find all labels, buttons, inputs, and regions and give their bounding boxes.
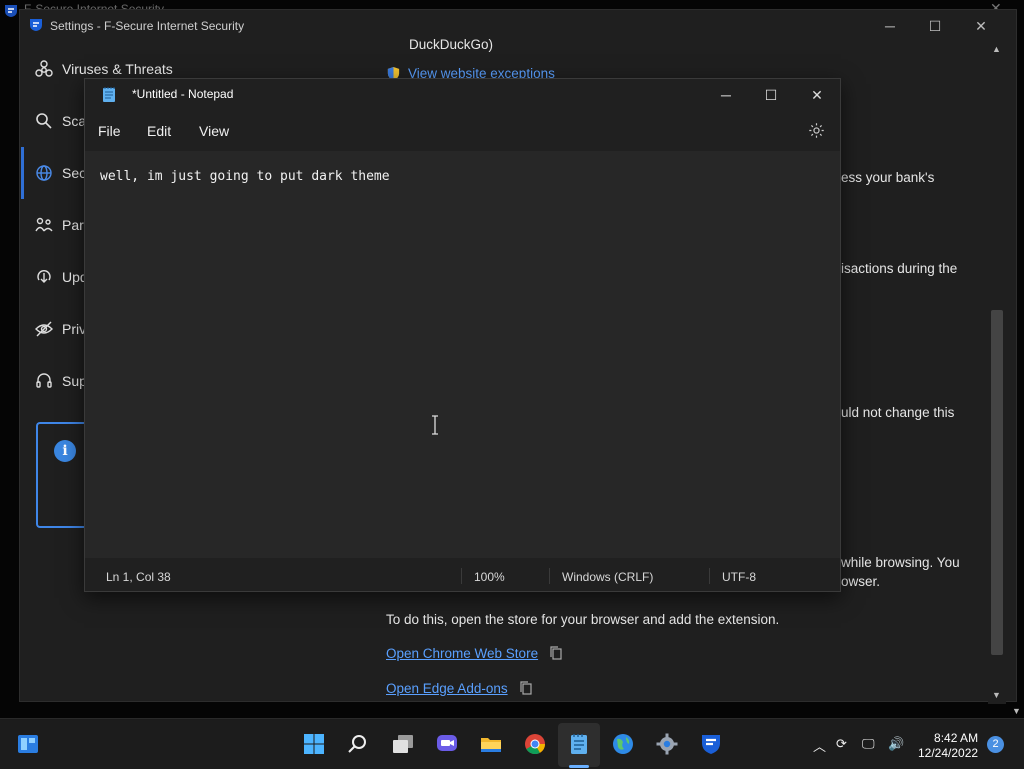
clock[interactable]: 8:42 AM 12/24/2022 [918, 731, 978, 761]
file-explorer-button[interactable] [478, 731, 504, 757]
text-fragment: while browsing. You [841, 555, 960, 570]
menu-edit[interactable]: Edit [147, 123, 171, 139]
maximize-icon[interactable]: ☐ [749, 83, 793, 107]
widgets-icon [18, 735, 38, 753]
browser-globe-button[interactable] [610, 731, 636, 757]
nav-selected-indicator [21, 147, 24, 199]
headset-icon [36, 373, 52, 388]
clock-time: 8:42 AM [934, 731, 979, 745]
fsecure-logo-icon [5, 5, 17, 17]
encoding: UTF-8 [722, 570, 756, 584]
open-chrome-web-store-link[interactable]: Open Chrome Web Store [386, 646, 538, 661]
chat-button[interactable] [434, 731, 460, 757]
text-fragment: uld not change this [841, 405, 955, 420]
text-fragment: isactions during the [841, 261, 958, 276]
settings-gear-icon[interactable] [808, 122, 825, 139]
sync-status-icon[interactable]: ⟳ [836, 736, 847, 752]
task-view-button[interactable] [390, 731, 416, 757]
notepad-icon [571, 734, 587, 754]
search-button[interactable] [345, 731, 371, 757]
zoom-level: 100% [474, 570, 505, 584]
chrome-icon [525, 734, 546, 755]
volume-icon[interactable]: 🔊 [888, 736, 904, 752]
open-edge-addons-link[interactable]: Open Edge Add-ons [386, 681, 508, 696]
chrome-store-row[interactable]: Open Chrome Web Store [386, 645, 564, 661]
nav-item-parental[interactable]: Par [34, 212, 84, 238]
fsecure-window-title: Settings - F-Secure Internet Security [50, 19, 245, 33]
show-hidden-icons-chevron-icon[interactable]: ︿ [813, 736, 826, 755]
menu-file[interactable]: File [98, 123, 121, 139]
nav-item-label: Viruses & Threats [62, 61, 173, 77]
text-editor-area[interactable]: well, im just going to put dark theme [85, 151, 840, 558]
cursor-position: Ln 1, Col 38 [106, 570, 171, 584]
status-bar: Ln 1, Col 38 100% Windows (CRLF) UTF-8 [85, 560, 840, 591]
fsecure-taskbar-button[interactable] [698, 731, 724, 757]
nav-item-secure-browsing[interactable]: Sec [34, 160, 86, 186]
status-divider [549, 568, 550, 584]
chat-icon [437, 735, 457, 751]
settings-gear-icon [656, 733, 678, 755]
scroll-up-icon[interactable]: ▲ [992, 44, 1001, 54]
store-instructions: To do this, open the store for your brow… [386, 612, 780, 627]
start-icon [304, 734, 324, 754]
notification-badge[interactable]: 2 [987, 736, 1004, 753]
text-cursor-icon [432, 415, 438, 435]
search-engine-note: DuckDuckGo) [409, 37, 494, 52]
minimize-icon[interactable]: ─ [875, 16, 905, 36]
status-divider [709, 568, 710, 584]
nav-item-scan[interactable]: Sca [34, 108, 86, 134]
taskbar: ︿ ⟳ 🖵 🔊 8:42 AM 12/24/2022 2 [0, 718, 1024, 769]
family-icon [35, 217, 53, 232]
editor-text: well, im just going to put dark theme [100, 169, 390, 184]
network-icon[interactable]: 🖵 [862, 736, 875, 752]
copy-icon[interactable] [518, 680, 534, 696]
search-icon [348, 735, 366, 753]
notepad-icon [103, 87, 115, 102]
fsecure-logo-icon [30, 19, 42, 31]
nav-item-label: Par [62, 217, 84, 233]
fsecure-icon [702, 735, 720, 754]
menu-view[interactable]: View [199, 123, 229, 139]
notepad-taskbar-button[interactable] [566, 731, 592, 757]
notepad-window-title: *Untitled - Notepad [132, 87, 234, 101]
task-view-icon [393, 735, 413, 753]
settings-button[interactable] [654, 731, 680, 757]
text-fragment: owser. [841, 574, 881, 589]
close-icon[interactable]: ✕ [795, 83, 839, 107]
nav-item-label: Priv [62, 321, 87, 337]
nav-item-privacy[interactable]: Priv [34, 316, 86, 342]
nav-item-support[interactable]: Sup [34, 368, 87, 394]
nav-item-label: Sec [62, 165, 87, 181]
eye-slash-icon [35, 321, 53, 337]
info-icon: i [54, 440, 76, 462]
line-ending: Windows (CRLF) [562, 570, 654, 584]
text-fragment: ess your bank's [841, 170, 935, 185]
copy-icon[interactable] [548, 645, 564, 661]
close-icon[interactable]: ✕ [966, 16, 996, 36]
nav-item-label: Sca [62, 113, 87, 129]
scan-icon [36, 113, 52, 129]
clock-date: 12/24/2022 [918, 746, 979, 760]
notepad-window: *Untitled - Notepad ─ ☐ ✕ File Edit View… [84, 78, 841, 592]
update-icon [37, 270, 51, 283]
edge-addons-row[interactable]: Open Edge Add-ons [386, 680, 534, 696]
scrollbar-thumb[interactable] [991, 310, 1003, 655]
minimize-icon[interactable]: ─ [704, 83, 748, 107]
chrome-button[interactable] [522, 731, 548, 757]
globe-icon [36, 165, 52, 181]
outer-scroll-down-icon[interactable]: ▼ [1012, 706, 1021, 716]
nav-item-updates[interactable]: Upd [34, 264, 88, 290]
scroll-down-icon[interactable]: ▼ [992, 690, 1001, 700]
biohazard-icon [35, 60, 53, 77]
file-explorer-icon [481, 738, 501, 752]
browser-globe-icon [613, 734, 633, 754]
maximize-icon[interactable]: ☐ [920, 16, 950, 36]
status-divider [461, 568, 462, 584]
widgets-button[interactable] [15, 731, 41, 757]
fsecure-titlebar[interactable]: Settings - F-Secure Internet Security ─ … [20, 10, 1016, 42]
start-button[interactable] [301, 731, 327, 757]
